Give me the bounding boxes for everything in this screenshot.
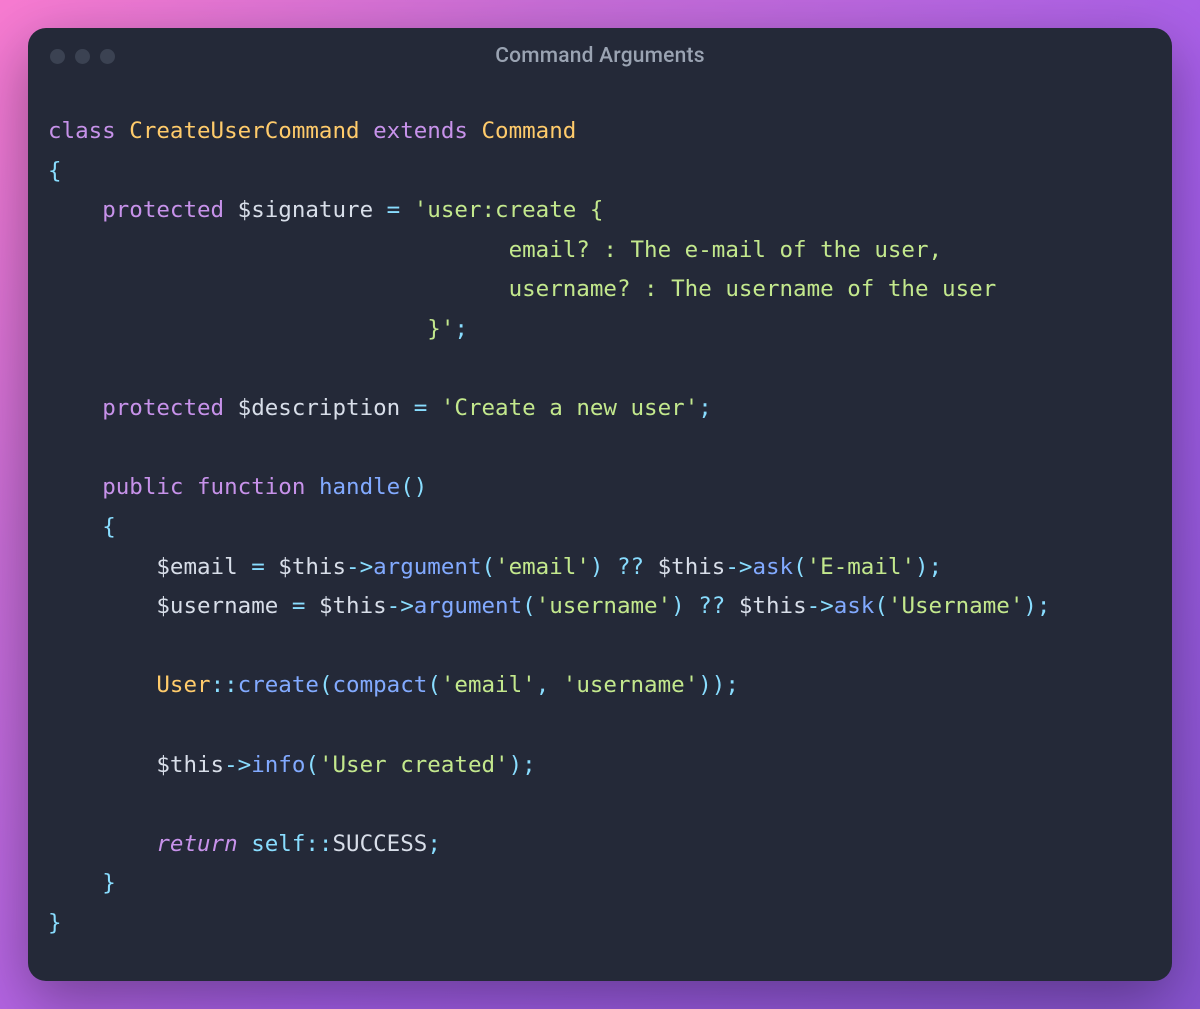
paren-open: (: [400, 474, 414, 500]
arrow: ->: [725, 554, 752, 580]
close-icon[interactable]: [50, 49, 65, 64]
arrow: ->: [224, 752, 251, 778]
paren-open: (: [522, 593, 536, 619]
semicolon: ;: [698, 395, 712, 421]
paren-close: ): [698, 672, 712, 698]
string-email-arg: 'email': [495, 554, 590, 580]
string-username-lit: 'username': [563, 672, 698, 698]
comma: ,: [536, 672, 563, 698]
fn-info: info: [251, 752, 305, 778]
maximize-icon[interactable]: [100, 49, 115, 64]
class-name: CreateUserCommand: [129, 118, 359, 144]
string-description: 'Create a new user': [441, 395, 698, 421]
semicolon: ;: [427, 831, 441, 857]
var-signature: $signature: [238, 197, 373, 223]
string-signature-3: username? : The username of the user: [509, 276, 997, 302]
arrow: ->: [807, 593, 834, 619]
fn-argument: argument: [414, 593, 522, 619]
equals: =: [414, 395, 428, 421]
var-description: $description: [238, 395, 401, 421]
brace-open: {: [102, 514, 116, 540]
string-username-arg: 'username': [536, 593, 671, 619]
equals: =: [292, 593, 306, 619]
paren-open: (: [427, 672, 441, 698]
keyword-return: return: [156, 831, 237, 857]
keyword-extends: extends: [373, 118, 468, 144]
titlebar: Command Arguments: [28, 28, 1172, 84]
equals: =: [387, 197, 401, 223]
keyword-self: self: [251, 831, 305, 857]
semicolon: ;: [454, 316, 468, 342]
brace-close: }: [48, 910, 62, 936]
paren-open: (: [793, 554, 807, 580]
fn-create: create: [238, 672, 319, 698]
string-info: 'User created': [319, 752, 509, 778]
keyword-function: function: [197, 474, 305, 500]
var-this: $this: [319, 593, 387, 619]
var-this: $this: [278, 554, 346, 580]
var-this: $this: [156, 752, 224, 778]
fn-handle: handle: [319, 474, 400, 500]
semicolon: ;: [522, 752, 536, 778]
paren-close: ): [509, 752, 523, 778]
paren-close: ): [590, 554, 604, 580]
string-email-lit: 'email': [441, 672, 536, 698]
const-success: SUCCESS: [332, 831, 427, 857]
var-email: $email: [156, 554, 237, 580]
double-colon: ::: [211, 672, 238, 698]
nullish: ??: [698, 593, 725, 619]
string-signature-4: }': [427, 316, 454, 342]
minimize-icon[interactable]: [75, 49, 90, 64]
keyword-protected: protected: [102, 197, 224, 223]
paren-close: ): [712, 672, 726, 698]
class-user: User: [156, 672, 210, 698]
paren-close: ): [414, 474, 428, 500]
double-colon: ::: [305, 831, 332, 857]
paren-open: (: [874, 593, 888, 619]
fn-argument: argument: [373, 554, 481, 580]
fn-compact: compact: [332, 672, 427, 698]
paren-close: ): [915, 554, 929, 580]
arrow: ->: [387, 593, 414, 619]
parent-class-name: Command: [482, 118, 577, 144]
keyword-public: public: [102, 474, 183, 500]
arrow: ->: [346, 554, 373, 580]
paren-open: (: [305, 752, 319, 778]
semicolon: ;: [1037, 593, 1051, 619]
brace-close: }: [102, 870, 116, 896]
keyword-class: class: [48, 118, 116, 144]
paren-close: ): [671, 593, 685, 619]
brace-open: {: [48, 158, 62, 184]
string-email-prompt: 'E-mail': [807, 554, 915, 580]
paren-open: (: [482, 554, 496, 580]
semicolon: ;: [725, 672, 739, 698]
traffic-lights: [50, 49, 115, 64]
code-area[interactable]: class CreateUserCommand extends Command …: [28, 84, 1172, 981]
var-this: $this: [658, 554, 726, 580]
var-this: $this: [739, 593, 807, 619]
keyword-protected: protected: [102, 395, 224, 421]
paren-close: ): [1023, 593, 1037, 619]
paren-open: (: [319, 672, 333, 698]
string-signature-1: 'user:create {: [414, 197, 604, 223]
var-username: $username: [156, 593, 278, 619]
equals: =: [251, 554, 265, 580]
string-signature-2: email? : The e-mail of the user,: [509, 237, 942, 263]
nullish: ??: [617, 554, 644, 580]
window-title: Command Arguments: [28, 44, 1172, 68]
fn-ask: ask: [752, 554, 793, 580]
editor-window: Command Arguments class CreateUserComman…: [28, 28, 1172, 981]
string-username-prompt: 'Username': [888, 593, 1023, 619]
fn-ask: ask: [834, 593, 875, 619]
semicolon: ;: [929, 554, 943, 580]
